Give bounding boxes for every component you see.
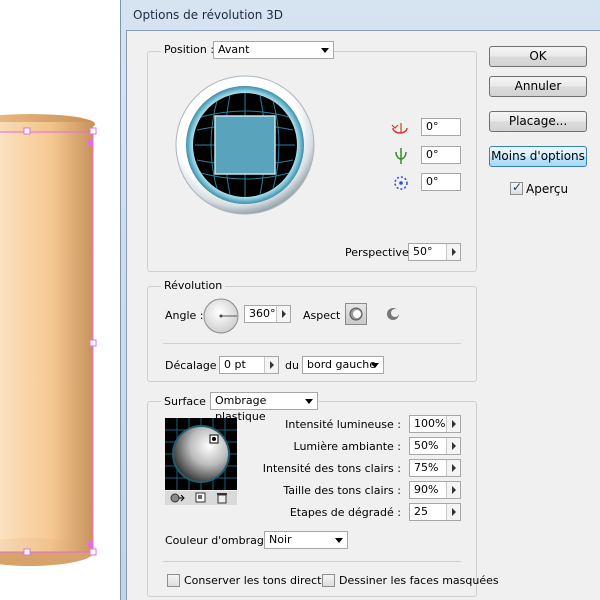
track-cube[interactable] <box>175 75 315 215</box>
revolution-title: Révolution <box>161 279 226 292</box>
rotate-x-icon <box>391 123 408 134</box>
artboard <box>0 0 125 600</box>
surface-divider <box>163 561 461 562</box>
new-light-icon[interactable] <box>195 492 207 504</box>
chevron-down-icon <box>371 363 379 368</box>
rotate-z-icon <box>394 176 408 190</box>
perspective-stepper[interactable]: 50° <box>408 243 461 261</box>
highlight-intensity-label: Intensité des tons clairs : <box>262 462 401 475</box>
light-intensity-value: 100% <box>414 417 446 430</box>
shading-color-dropdown[interactable]: Noir <box>264 531 348 549</box>
draw-hidden-label: Dessiner les faces masquées <box>339 574 499 587</box>
angle-stepper[interactable]: 360° <box>244 305 291 323</box>
offset-value: 0 pt <box>224 358 246 371</box>
perspective-value: 50° <box>413 245 433 258</box>
chevron-down-icon <box>305 399 313 404</box>
stepper-arrow-icon[interactable] <box>446 244 460 260</box>
preview-label: Aperçu <box>526 182 569 196</box>
preserve-spot-label: Conserver les tons directs <box>184 574 328 587</box>
fewer-options-button[interactable]: Moins d'options <box>489 146 587 167</box>
highlight-intensity-stepper[interactable]: 75% <box>409 459 461 477</box>
ok-button[interactable]: OK <box>489 46 587 67</box>
title-bar[interactable]: Options de révolution 3D <box>121 0 600 30</box>
move-light-icon[interactable] <box>169 492 185 504</box>
aspect-solid-button[interactable] <box>345 303 367 325</box>
position-label: Position : <box>161 43 218 56</box>
light-tools-bar <box>165 491 237 505</box>
dialog-client: Position : Avant 0° 0° 0° Perspective: … <box>126 30 600 600</box>
solid-shape-icon <box>349 307 363 321</box>
highlight-size-stepper[interactable]: 90% <box>409 481 461 499</box>
surface-label: Surface : <box>161 395 217 408</box>
position-value: Avant <box>218 43 250 56</box>
rotate-y-icon <box>395 148 407 164</box>
blend-steps-label: Etapes de dégradé : <box>289 506 401 519</box>
light-intensity-label: Intensité lumineuse : <box>285 418 401 431</box>
light-intensity-stepper[interactable]: 100% <box>409 415 461 433</box>
highlight-size-label: Taille des tons clairs : <box>283 484 401 497</box>
rotate-z-field[interactable]: 0° <box>421 173 461 191</box>
stepper-arrow-icon[interactable] <box>446 438 460 454</box>
lighting-sphere[interactable] <box>165 418 237 490</box>
hollow-shape-icon[interactable] <box>383 304 403 324</box>
cancel-button[interactable]: Annuler <box>489 76 587 97</box>
aspect-label: Aspect : <box>303 309 348 322</box>
ambient-light-label: Lumière ambiante : <box>293 440 401 453</box>
chevron-down-icon <box>335 538 343 543</box>
delete-light-icon[interactable] <box>216 492 228 504</box>
offset-stepper[interactable]: 0 pt <box>219 356 279 374</box>
stepper-arrow-icon[interactable] <box>446 482 460 498</box>
window-title: Options de révolution 3D <box>133 8 284 22</box>
cylinder-artwork[interactable] <box>0 0 125 600</box>
angle-label: Angle : <box>165 309 204 322</box>
rotate-y-field[interactable]: 0° <box>421 146 461 164</box>
surface-dropdown[interactable]: Ombrage plastique <box>210 392 318 423</box>
stepper-arrow-icon[interactable] <box>446 504 460 520</box>
chevron-down-icon <box>321 48 329 53</box>
position-dropdown[interactable]: Avant <box>213 41 334 59</box>
offset-from-label: du <box>285 359 299 372</box>
preserve-spot-checkbox[interactable] <box>167 574 180 587</box>
preview-checkbox[interactable] <box>510 180 523 195</box>
highlight-size-value: 90% <box>414 483 439 496</box>
offset-from-dropdown[interactable]: bord gauche <box>302 356 384 374</box>
shading-color-value: Noir <box>269 533 292 546</box>
stepper-arrow-icon[interactable] <box>446 416 460 432</box>
stepper-arrow-icon[interactable] <box>446 460 460 476</box>
stepper-arrow-icon[interactable] <box>276 306 290 322</box>
stepper-arrow-icon[interactable] <box>264 357 278 373</box>
ambient-light-stepper[interactable]: 50% <box>409 437 461 455</box>
shading-color-label: Couleur d'ombrage : <box>165 534 278 547</box>
ambient-light-value: 50% <box>414 439 439 452</box>
angle-value: 360° <box>249 307 276 320</box>
draw-hidden-checkbox[interactable] <box>322 574 335 587</box>
highlight-intensity-value: 75% <box>414 461 439 474</box>
offset-from-value: bord gauche <box>307 358 377 371</box>
rotate-x-field[interactable]: 0° <box>421 118 461 136</box>
revolution-divider <box>163 343 461 344</box>
blend-steps-stepper[interactable]: 25 <box>409 503 461 521</box>
blend-steps-value: 25 <box>414 505 428 518</box>
angle-dial[interactable] <box>202 297 240 335</box>
mapping-button[interactable]: Placage... <box>489 111 587 132</box>
perspective-label: Perspective : <box>345 246 416 259</box>
offset-label: Décalage : <box>165 359 224 372</box>
